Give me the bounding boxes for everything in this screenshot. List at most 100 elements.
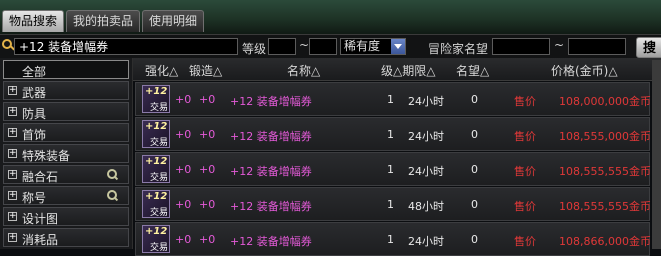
fame-value: 0 <box>471 163 478 176</box>
table-row[interactable]: +12 交易 +0 +0 +12 装备增幅券 1 24小时 0 售价 108,0… <box>135 82 651 116</box>
item-icon-level: +12 <box>145 86 168 97</box>
chevron-down-icon[interactable] <box>391 39 405 54</box>
adventurer-fame-label: 冒险家名望 <box>428 42 489 56</box>
sidebar-item-label: 特殊装备 <box>22 149 71 163</box>
item-name: +12 装备增幅券 <box>230 95 312 108</box>
level-value: 1 <box>387 163 394 176</box>
duration-value: 24小时 <box>408 130 444 143</box>
plus-icon[interactable]: + <box>8 191 17 200</box>
rarity-select[interactable]: 稀有度 <box>340 38 406 55</box>
tab-usage-details[interactable]: 使用明细 <box>142 10 205 32</box>
forge-value: +0 <box>199 233 216 246</box>
results-scrollbar[interactable] <box>652 60 661 249</box>
plus-icon[interactable]: + <box>8 128 17 137</box>
sidebar-item-special-equipment[interactable]: + 特殊装备 <box>3 144 129 163</box>
plus-icon[interactable]: + <box>8 107 17 116</box>
duration-value: 24小时 <box>408 95 444 108</box>
fame-tilde: ~ <box>554 38 565 52</box>
item-name: +12 装备增幅券 <box>230 130 312 143</box>
level-value: 1 <box>387 233 394 246</box>
column-level-duration[interactable]: 级△期限△ <box>381 62 435 79</box>
tab-strip: 物品搜索 我的拍卖品 使用明细 <box>2 10 205 32</box>
sidebar-item-label: 称号 <box>22 191 47 205</box>
forge-value: +0 <box>199 93 216 106</box>
item-icon-text: 交易 <box>150 243 169 253</box>
fame-min-input[interactable] <box>492 38 550 55</box>
plus-icon[interactable]: + <box>8 170 17 179</box>
price-label: 售价 <box>514 130 536 143</box>
search-icon <box>2 39 14 51</box>
price-label: 售价 <box>514 95 536 108</box>
sidebar-item-weapons[interactable]: + 武器 <box>3 81 129 100</box>
level-value: 1 <box>387 128 394 141</box>
table-row[interactable]: +12 交易 +0 +0 +12 装备增幅券 1 48小时 0 售价 108,5… <box>135 187 651 221</box>
column-price[interactable]: 价格(金币)△ <box>551 62 618 79</box>
search-button[interactable]: 搜 <box>636 37 661 58</box>
sidebar-item-label: 消耗品 <box>22 233 59 247</box>
sidebar-item-accessories[interactable]: + 首饰 <box>3 123 129 142</box>
fame-value: 0 <box>471 198 478 211</box>
magnifier-icon[interactable] <box>107 190 118 201</box>
sidebar-item-fusion-stone[interactable]: + 融合石 <box>3 165 129 184</box>
sidebar-item-label: 武器 <box>22 86 47 100</box>
level-tilde: ~ <box>299 38 310 52</box>
table-row[interactable]: +12 交易 +0 +0 +12 装备增幅券 1 24小时 0 售价 108,5… <box>135 117 651 151</box>
rarity-select-value: 稀有度 <box>344 39 381 53</box>
plus-icon[interactable]: + <box>8 86 17 95</box>
enhance-value: +0 <box>175 128 192 141</box>
top-bar: 物品搜索 我的拍卖品 使用明细 <box>0 0 661 34</box>
enhance-value: +0 <box>175 198 192 211</box>
item-name: +12 装备增幅券 <box>230 235 312 248</box>
plus-icon[interactable]: + <box>8 212 17 221</box>
sidebar-item-title[interactable]: + 称号 <box>3 186 129 205</box>
table-row[interactable]: +12 交易 +0 +0 +12 装备增幅券 1 24小时 0 售价 108,8… <box>135 222 651 256</box>
search-input[interactable]: +12 装备增幅券 <box>14 38 238 55</box>
sidebar-item-all[interactable]: 全部 <box>3 60 129 79</box>
column-forge[interactable]: 锻造△ <box>189 62 222 79</box>
plus-icon[interactable]: + <box>8 233 17 242</box>
column-name[interactable]: 名称△ <box>287 62 320 79</box>
sidebar-item-label: 设计图 <box>22 212 59 226</box>
item-icon-text: 交易 <box>150 138 169 148</box>
duration-value: 24小时 <box>408 165 444 178</box>
item-icon-level: +12 <box>145 226 168 237</box>
magnifier-icon[interactable] <box>107 169 118 180</box>
level-value: 1 <box>387 93 394 106</box>
duration-value: 48小时 <box>408 200 444 213</box>
enhance-value: +0 <box>175 233 192 246</box>
forge-value: +0 <box>199 128 216 141</box>
sidebar-item-blueprint[interactable]: + 设计图 <box>3 207 129 226</box>
level-max-input[interactable] <box>309 38 337 55</box>
enhance-value: +0 <box>175 93 192 106</box>
search-row: +12 装备增幅券 等级 ~ 稀有度 冒险家名望 ~ 搜 <box>0 34 661 59</box>
duration-value: 24小时 <box>408 235 444 248</box>
level-label: 等级 <box>242 42 267 56</box>
category-sidebar: 全部 + 武器 + 防具 + 首饰 + 特殊装备 + 融合石 + 称号 + 设计… <box>0 58 133 249</box>
results-table-header: 强化△ 锻造△ 名称△ 级△期限△ 名望△ 价格(金币)△ <box>133 58 661 81</box>
price-label: 售价 <box>514 235 536 248</box>
level-value: 1 <box>387 198 394 211</box>
price-value: 108,555,555金币 <box>559 165 651 178</box>
tab-my-auctions[interactable]: 我的拍卖品 <box>66 10 141 32</box>
item-icon: +12 交易 <box>142 190 170 218</box>
plus-icon[interactable]: + <box>8 149 17 158</box>
table-row[interactable]: +12 交易 +0 +0 +12 装备增幅券 1 24小时 0 售价 108,5… <box>135 152 651 186</box>
sidebar-item-label: 防具 <box>22 107 47 121</box>
item-icon-level: +12 <box>145 121 168 132</box>
tab-item-search[interactable]: 物品搜索 <box>2 10 65 32</box>
item-icon-level: +12 <box>145 191 168 202</box>
fame-value: 0 <box>471 128 478 141</box>
fame-max-input[interactable] <box>568 38 626 55</box>
sidebar-item-consumables[interactable]: + 消耗品 <box>3 228 129 247</box>
price-label: 售价 <box>514 165 536 178</box>
column-enhance[interactable]: 强化△ <box>145 62 178 79</box>
item-name: +12 装备增幅券 <box>230 165 312 178</box>
fame-value: 0 <box>471 93 478 106</box>
item-icon-text: 交易 <box>150 208 169 218</box>
level-min-input[interactable] <box>268 38 296 55</box>
price-value: 108,555,000金币 <box>559 130 651 143</box>
item-icon-text: 交易 <box>150 103 169 113</box>
column-fame[interactable]: 名望△ <box>456 62 489 79</box>
item-name: +12 装备增幅券 <box>230 200 312 213</box>
sidebar-item-armor[interactable]: + 防具 <box>3 102 129 121</box>
